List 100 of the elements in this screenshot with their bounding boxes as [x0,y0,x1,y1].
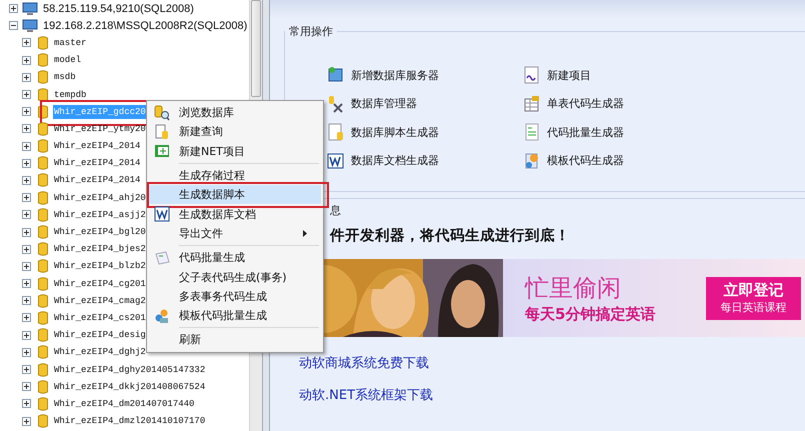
menu-item[interactable]: 生成存储过程 [149,166,321,186]
database-icon [38,173,48,188]
database-icon [38,362,48,377]
server-label[interactable]: 58.215.119.54,9210(SQL2008) [43,2,194,15]
expand-icon[interactable] [22,279,31,288]
database-label[interactable]: Whir_ezEIP4_dghj2 [53,345,147,360]
database-label[interactable]: master [53,36,88,50]
action-link[interactable]: 代码批量生成器 [523,122,723,142]
database-label[interactable]: tempdb [53,88,88,102]
database-label[interactable]: Whir_ezEIP4_2014 [53,139,142,154]
expand-icon[interactable] [22,365,31,374]
database-icon [38,53,48,68]
server-label[interactable]: 192.168.2.218\MSSQL2008R2(SQL2008) [43,20,248,32]
ad-title: 忙里偷闲 [525,272,622,302]
database-icon [38,139,48,154]
database-label[interactable]: Whir_ezEIP4_cg201 [53,276,147,291]
menu-item[interactable]: 导出文件 [149,224,321,244]
expand-icon[interactable] [22,210,31,220]
expand-icon[interactable] [22,313,31,322]
expand-icon[interactable] [22,399,31,408]
expand-icon[interactable] [22,348,31,357]
expand-icon[interactable] [22,56,31,65]
code-file-icon [154,143,170,160]
expand-icon[interactable] [22,382,31,392]
headline: 件开发利器，将代码生成进行到底！ [330,226,571,245]
database-icon [38,122,48,136]
expand-icon[interactable] [22,330,31,340]
register-button[interactable]: 立即登记 每日英语课程 [706,276,801,320]
database-label[interactable]: model [53,53,82,68]
database-icon [38,345,48,360]
database-label[interactable]: Whir_ezEIP4_2014 [53,156,142,170]
action-link[interactable]: 新增数据库服务器 [327,65,523,85]
database-icon [38,242,48,256]
expand-icon[interactable] [22,72,31,82]
server-icon [327,66,345,84]
download-link[interactable]: 动软商城系统免费下载 [299,354,429,372]
database-label[interactable]: Whir_ezEIP4_asjj2 [53,208,147,222]
table-icon [523,94,541,112]
menu-item[interactable]: 新建查询 [149,122,321,142]
database-label[interactable]: Whir_ezEIP4_bgl20 [53,225,147,240]
download-link[interactable]: 动软.NET系统框架下载 [299,386,434,404]
dbtools-icon [327,94,345,112]
database-icon [38,225,48,240]
database-icon [38,88,48,102]
section-title: 息 [329,204,341,217]
database-label[interactable]: Whir_ezEIP4_desig [53,328,147,342]
action-link[interactable]: 模板代码生成器 [523,150,723,170]
database-icon [38,156,48,170]
expand-icon[interactable] [22,262,31,271]
database-icon [38,36,48,50]
group-title: 常用操作 [288,24,334,39]
database-label[interactable]: Whir_ezEIP4_blzb2 [53,259,147,274]
database-label[interactable]: msdb [53,70,77,84]
action-link[interactable]: 单表代码生成器 [523,94,723,114]
database-search-icon [154,104,170,121]
database-label[interactable]: Whir_ezEIP4_dmzl201410107170 [53,414,206,428]
database-label[interactable]: Whir_ezEIP4_cs201 [53,310,147,325]
database-label[interactable]: Whir_ezEIP4_dkkj201408067524 [53,380,206,394]
action-link[interactable]: 数据库管理器 [327,94,523,114]
database-label[interactable]: Whir_ezEIP_ytmy20 [53,122,147,136]
expand-icon[interactable] [22,124,31,134]
project-icon [523,66,541,84]
database-label[interactable]: Whir_ezEIP4_dghy201405147332 [53,362,206,377]
menu-item[interactable]: 新建NET项目 [149,142,321,161]
action-link[interactable]: 数据库文档生成器 [327,150,523,170]
word-icon [327,152,345,170]
database-icon [38,396,48,411]
database-icon [38,380,48,394]
database-icon [38,414,48,428]
scrollbar-thumb[interactable] [251,0,261,97]
expand-icon[interactable] [22,193,31,202]
database-icon [38,208,48,222]
expand-icon[interactable] [22,142,31,151]
database-label[interactable]: Whir_ezEIP4_ahj20 [53,190,147,205]
collapse-icon[interactable] [9,4,18,14]
database-icon [38,328,48,342]
expand-icon[interactable] [22,176,31,185]
database-label[interactable]: Whir_ezEIP4_bjes2 [53,242,147,256]
monitor-icon [22,18,38,33]
database-icon [38,310,48,325]
expand-icon[interactable] [22,90,31,100]
expand-icon[interactable] [22,38,31,48]
expand-icon[interactable] [22,228,31,237]
expand-icon[interactable] [22,107,31,116]
collapse-icon[interactable] [9,21,18,30]
database-label[interactable]: Whir_ezEIP4_2014 [53,173,142,188]
action-link[interactable]: 数据库脚本生成器 [327,122,523,142]
template-icon [523,152,541,170]
database-label[interactable]: Whir_ezEIP4_cmag2 [53,294,147,308]
menu-item[interactable]: 生成数据库文档 [149,204,321,224]
expand-icon[interactable] [22,416,31,426]
action-link[interactable]: 新建项目 [523,65,723,85]
database-icon [38,294,48,308]
expand-icon[interactable] [22,158,31,168]
page-icon [154,250,170,266]
expand-icon[interactable] [22,244,31,254]
expand-icon[interactable] [22,296,31,306]
monitor-icon [22,2,38,16]
database-label[interactable]: Whir_ezEIP4_dm201407017440 [53,396,196,411]
ad-subtitle: 每天5分钟搞定英语 [525,304,656,324]
